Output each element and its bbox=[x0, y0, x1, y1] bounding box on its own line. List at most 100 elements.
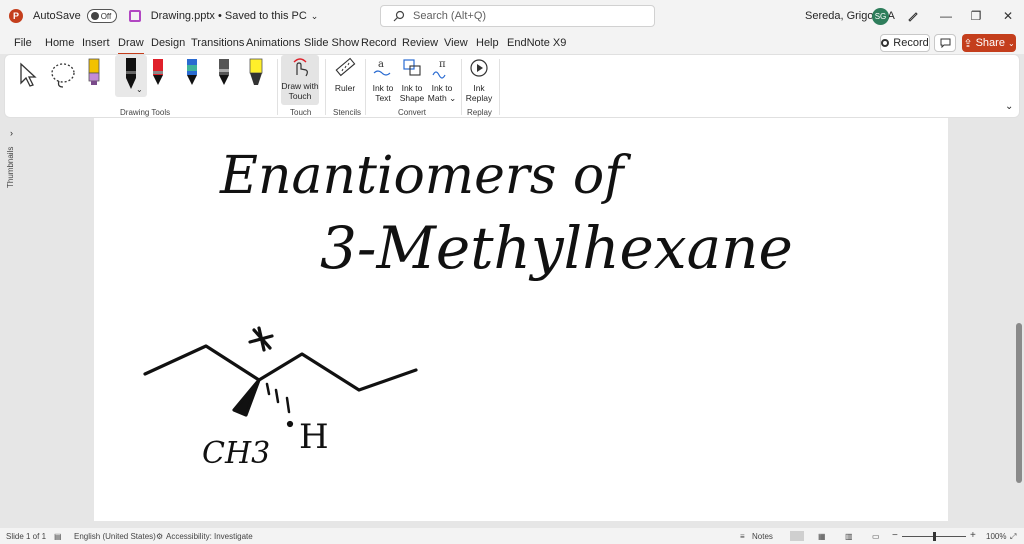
tab-view[interactable]: View bbox=[444, 37, 468, 49]
ink-to-shape-icon bbox=[403, 59, 421, 76]
spelling-icon[interactable]: ▤ bbox=[54, 532, 62, 541]
tab-endnote[interactable]: EndNote X9 bbox=[507, 37, 566, 49]
notes-icon[interactable]: ≡ bbox=[740, 532, 745, 541]
document-name[interactable]: Drawing.pptx • Saved to this PC bbox=[151, 10, 307, 22]
slide-sorter-icon[interactable]: ▦ bbox=[818, 532, 826, 541]
draw-with-touch-button[interactable]: Draw with Touch bbox=[281, 55, 319, 105]
chevron-down-icon: ⌄ bbox=[1007, 38, 1015, 48]
tab-home[interactable]: Home bbox=[45, 37, 74, 49]
autosave-toggle[interactable]: Off bbox=[86, 9, 117, 23]
tab-help[interactable]: Help bbox=[476, 37, 499, 49]
highlighter-pen-icon bbox=[88, 58, 100, 85]
ribbon: ⌄ Drawing Tools Draw with Touch Touch Ru… bbox=[4, 54, 1020, 118]
ink-to-text-button[interactable]: a Ink to Text bbox=[369, 57, 397, 103]
ribbon-separator bbox=[365, 59, 366, 115]
tab-review[interactable]: Review bbox=[402, 37, 438, 49]
search-icon bbox=[393, 10, 405, 22]
ink-to-math-button[interactable]: π Ink to Math ⌄ bbox=[427, 57, 457, 103]
notes-button[interactable]: Notes bbox=[752, 532, 773, 541]
select-tool[interactable] bbox=[17, 61, 39, 91]
ink-to-shape-label-1: Ink to bbox=[401, 83, 423, 93]
share-button[interactable]: ⇪ Share ⌄ bbox=[962, 34, 1016, 52]
hash-bond-stroke bbox=[265, 382, 271, 396]
ribbon-separator bbox=[325, 59, 326, 115]
hash-bond-stroke bbox=[274, 388, 280, 404]
close-icon[interactable]: ✕ bbox=[1000, 8, 1016, 24]
pen-4[interactable] bbox=[185, 57, 199, 91]
menu-bar: File Home Insert Draw Design Transitions… bbox=[0, 32, 1024, 55]
tab-insert[interactable]: Insert bbox=[82, 37, 110, 49]
record-icon bbox=[881, 39, 890, 47]
zoom-level[interactable]: 100% bbox=[986, 532, 1006, 541]
collapse-ribbon-icon[interactable]: ⌄ bbox=[1005, 101, 1013, 112]
yellow-highlighter-icon bbox=[249, 58, 263, 85]
scrollbar-thumb[interactable] bbox=[1016, 323, 1022, 483]
search-placeholder: Search (Alt+Q) bbox=[413, 10, 487, 22]
fit-slide-icon[interactable]: ⤢ bbox=[1010, 532, 1016, 542]
carbon-chain-stroke bbox=[143, 344, 418, 392]
save-icon[interactable] bbox=[128, 10, 141, 22]
minimize-icon[interactable]: — bbox=[938, 8, 954, 24]
group-label-convert: Convert bbox=[398, 108, 427, 117]
group-label-replay: Replay bbox=[467, 108, 492, 117]
cursor-arrow-icon bbox=[20, 62, 37, 87]
lasso-select-tool[interactable] bbox=[49, 61, 77, 91]
group-label-stencils: Stencils bbox=[333, 108, 362, 117]
tab-design[interactable]: Design bbox=[151, 37, 185, 49]
zoom-out-icon[interactable]: − bbox=[892, 530, 898, 541]
tab-file[interactable]: File bbox=[14, 37, 32, 49]
tab-transitions[interactable]: Transitions bbox=[191, 37, 244, 49]
draw-with-touch-label-2: Touch bbox=[288, 91, 312, 101]
search-box[interactable]: Search (Alt+Q) bbox=[380, 5, 655, 27]
pen-6[interactable] bbox=[247, 57, 265, 91]
pen-3[interactable] bbox=[151, 57, 165, 91]
slide-canvas[interactable]: Enantiomers of 3-Methylhexane H CH3 bbox=[94, 118, 948, 521]
ruler-icon bbox=[335, 57, 356, 77]
tab-draw[interactable]: Draw bbox=[118, 37, 144, 55]
ink-drawing: Enantiomers of 3-Methylhexane H CH3 bbox=[143, 146, 793, 471]
avatar[interactable]: SG bbox=[872, 8, 889, 25]
ruler-button[interactable]: Ruler bbox=[331, 57, 359, 93]
pen-1[interactable] bbox=[87, 57, 101, 91]
ink-replay-button[interactable]: Ink Replay bbox=[465, 57, 493, 103]
svg-text:a: a bbox=[378, 59, 384, 70]
chevron-down-icon[interactable]: ⌄ bbox=[136, 85, 143, 95]
tab-record[interactable]: Record bbox=[361, 37, 396, 49]
comments-button[interactable] bbox=[934, 34, 956, 52]
ribbon-separator bbox=[277, 59, 278, 115]
language-status[interactable]: English (United States) bbox=[74, 532, 156, 541]
ink-to-shape-label-2: Shape bbox=[399, 93, 425, 103]
autosave-state: Off bbox=[100, 11, 112, 21]
vertical-scrollbar[interactable] bbox=[1014, 118, 1024, 528]
accessibility-icon[interactable]: ⚙ bbox=[156, 532, 163, 541]
ink-to-math-icon: π bbox=[432, 59, 446, 79]
ink-replay-label-1: Ink bbox=[473, 83, 485, 93]
restore-icon[interactable]: ❐ bbox=[968, 8, 984, 24]
tab-animations[interactable]: Animations bbox=[246, 37, 300, 49]
ink-to-text-icon: a bbox=[373, 59, 391, 76]
chevron-down-icon[interactable]: ⌄ bbox=[449, 93, 456, 103]
share-label: Share bbox=[975, 37, 1005, 49]
normal-view-icon[interactable] bbox=[790, 531, 804, 541]
autosave-control[interactable]: AutoSave Off bbox=[33, 9, 117, 23]
hand-touch-icon bbox=[293, 58, 308, 77]
pen-5[interactable] bbox=[217, 57, 231, 91]
status-bar: Slide 1 of 1 ▤ English (United States) ⚙… bbox=[0, 528, 1024, 544]
pen-icon[interactable] bbox=[905, 8, 921, 24]
zoom-in-icon[interactable]: + bbox=[970, 530, 976, 541]
accessibility-status[interactable]: Accessibility: Investigate bbox=[166, 532, 253, 541]
tab-slide-show[interactable]: Slide Show bbox=[304, 37, 359, 49]
ink-to-math-label-2: Math bbox=[427, 93, 447, 103]
ink-to-text-label-1: Ink to bbox=[372, 83, 394, 93]
pen-2-selected[interactable]: ⌄ bbox=[115, 55, 147, 97]
zoom-slider-knob[interactable] bbox=[933, 532, 936, 541]
chevron-right-icon[interactable]: › bbox=[10, 128, 13, 138]
slideshow-icon[interactable]: ▭ bbox=[872, 532, 880, 541]
chevron-down-icon[interactable]: ⌄ bbox=[311, 11, 319, 22]
reading-view-icon[interactable]: ▥ bbox=[845, 532, 853, 541]
lasso-icon bbox=[51, 63, 75, 88]
record-button[interactable]: Record bbox=[880, 34, 930, 52]
ink-to-shape-button[interactable]: Ink to Shape bbox=[398, 57, 426, 103]
powerpoint-logo-icon: P bbox=[9, 9, 23, 23]
thumbnails-label[interactable]: Thumbnails bbox=[6, 147, 15, 188]
